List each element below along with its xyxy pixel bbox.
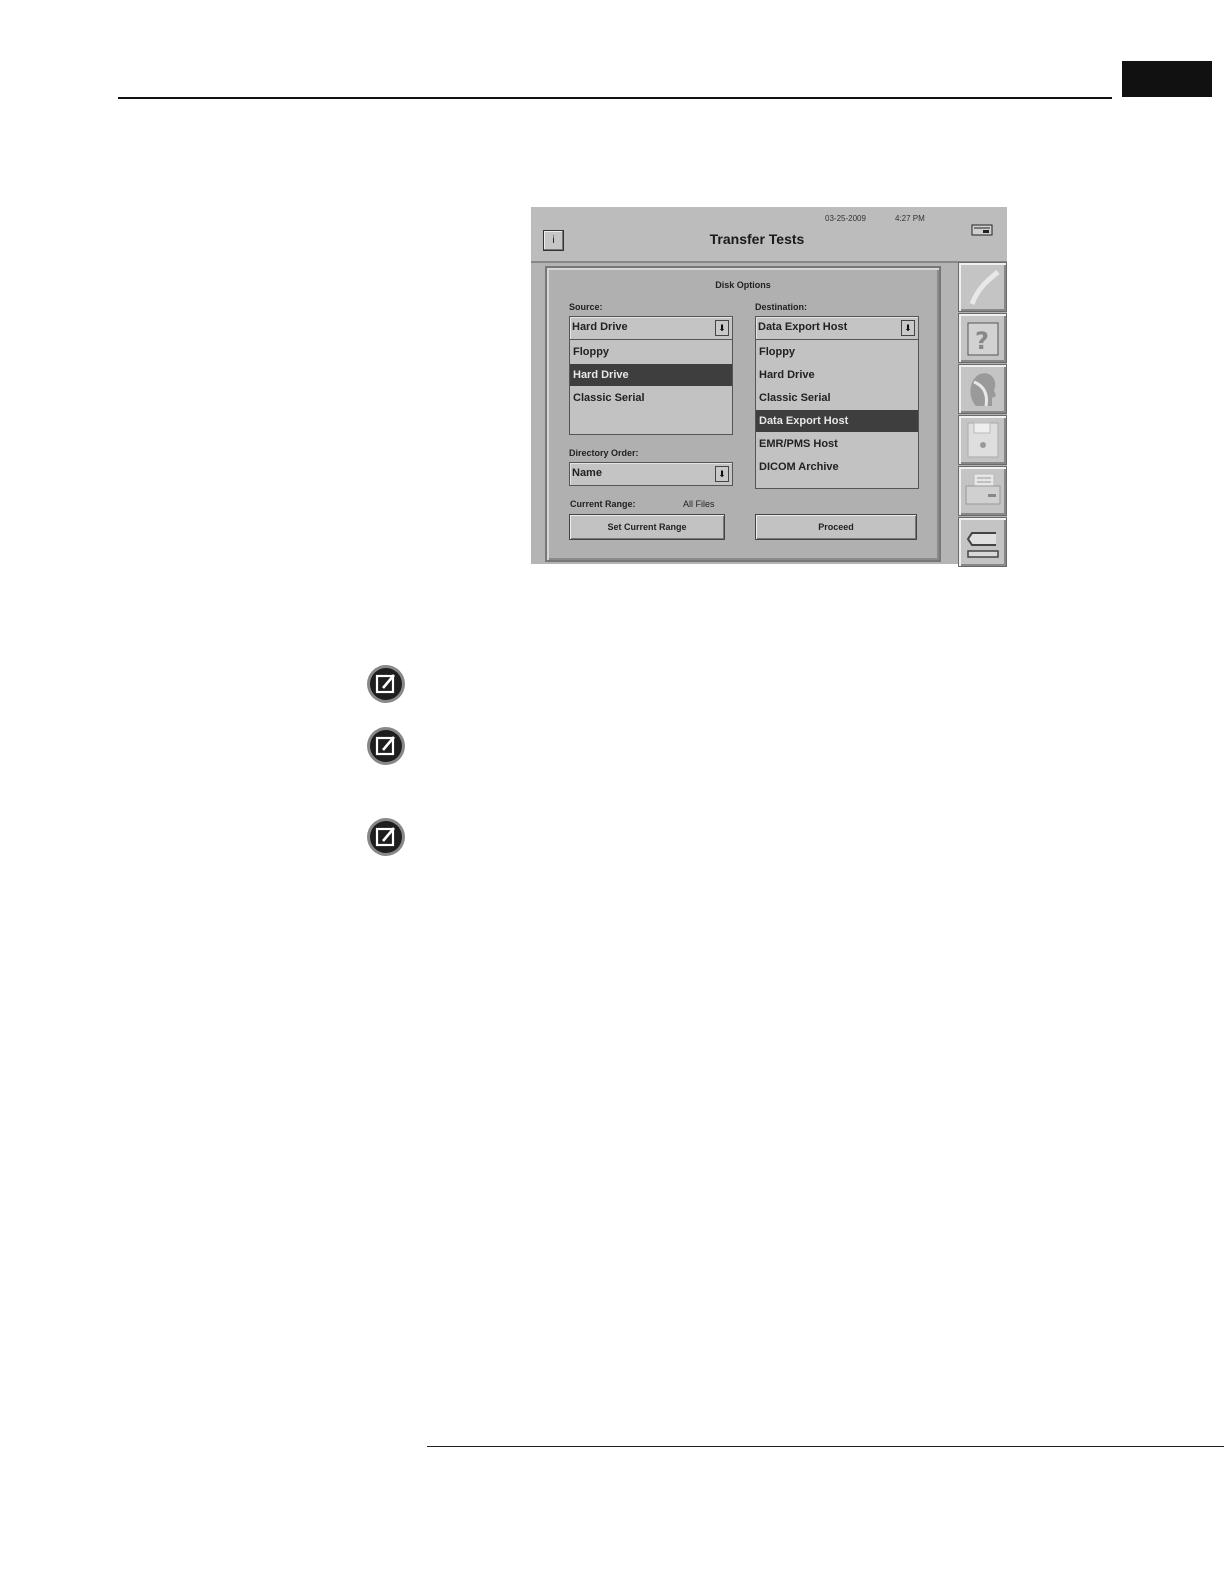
note-icon (367, 727, 405, 765)
destination-label: Destination: (755, 302, 808, 312)
section-tab-marker (1122, 61, 1212, 97)
window-title: Transfer Tests (709, 231, 805, 247)
title-bar: 03-25-2009 4:27 PM i Transfer Tests (531, 207, 1007, 263)
destination-option-floppy[interactable]: Floppy (756, 341, 918, 363)
chevron-down-icon[interactable]: ⬇ (715, 320, 729, 336)
destination-option-emr-pms-host[interactable]: EMR/PMS Host (756, 433, 918, 455)
sidebar-print-button[interactable] (958, 466, 1007, 516)
sidebar-curve-button[interactable] (958, 262, 1007, 312)
floppy-disk-icon (967, 422, 999, 458)
source-option-floppy[interactable]: Floppy (570, 341, 732, 363)
note-icon (367, 818, 405, 856)
proceed-button[interactable]: Proceed (755, 514, 917, 540)
head-icon (970, 373, 996, 407)
set-current-range-button[interactable]: Set Current Range (569, 514, 725, 540)
destination-list[interactable]: Floppy Hard Drive Classic Serial Data Ex… (755, 339, 919, 489)
header-rule (118, 97, 1112, 99)
destination-dropdown[interactable]: Data Export Host ⬇ (755, 316, 919, 340)
panel-title: Disk Options (715, 280, 771, 290)
sidebar-return-button[interactable] (958, 517, 1007, 567)
source-option-hard-drive[interactable]: Hard Drive (570, 364, 732, 386)
directory-order-selected: Name (572, 467, 602, 479)
source-option-classic-serial[interactable]: Classic Serial (570, 387, 732, 409)
source-label: Source: (569, 302, 603, 312)
destination-option-classic-serial[interactable]: Classic Serial (756, 387, 918, 409)
directory-order-label: Directory Order: (569, 448, 639, 458)
sidebar-patient-button[interactable] (958, 364, 1007, 414)
curve-icon (969, 270, 1000, 305)
date-readout: 03-25-2009 (825, 214, 866, 223)
transfer-tests-screen: 03-25-2009 4:27 PM i Transfer Tests Disk… (531, 207, 1007, 567)
current-range-label: Current Range: (570, 499, 636, 509)
source-list[interactable]: Floppy Hard Drive Classic Serial (569, 339, 733, 435)
destination-option-data-export-host[interactable]: Data Export Host (756, 410, 918, 432)
disk-options-panel: Disk Options Source: Hard Drive ⬇ Floppy… (545, 266, 941, 562)
source-dropdown[interactable]: Hard Drive ⬇ (569, 316, 733, 340)
footer-rule (427, 1446, 1224, 1447)
chevron-down-icon[interactable]: ⬇ (715, 466, 729, 482)
help-icon: ? (967, 322, 999, 356)
destination-option-dicom-archive[interactable]: DICOM Archive (756, 456, 918, 478)
sidebar-save-button[interactable] (958, 415, 1007, 465)
return-arrow-icon (966, 532, 999, 558)
destination-option-hard-drive[interactable]: Hard Drive (756, 364, 918, 386)
current-range-value: All Files (683, 499, 715, 509)
destination-selected: Data Export Host (758, 321, 848, 333)
note-icon (367, 665, 405, 703)
drive-status-icon (971, 224, 993, 236)
source-selected: Hard Drive (572, 321, 628, 333)
chevron-down-icon[interactable]: ⬇ (901, 320, 915, 336)
printer-icon (965, 473, 1001, 505)
sidebar-help-button[interactable]: ? (958, 313, 1007, 363)
directory-order-dropdown[interactable]: Name ⬇ (569, 462, 733, 486)
time-readout: 4:27 PM (895, 214, 925, 223)
svg-text:?: ? (975, 327, 989, 355)
